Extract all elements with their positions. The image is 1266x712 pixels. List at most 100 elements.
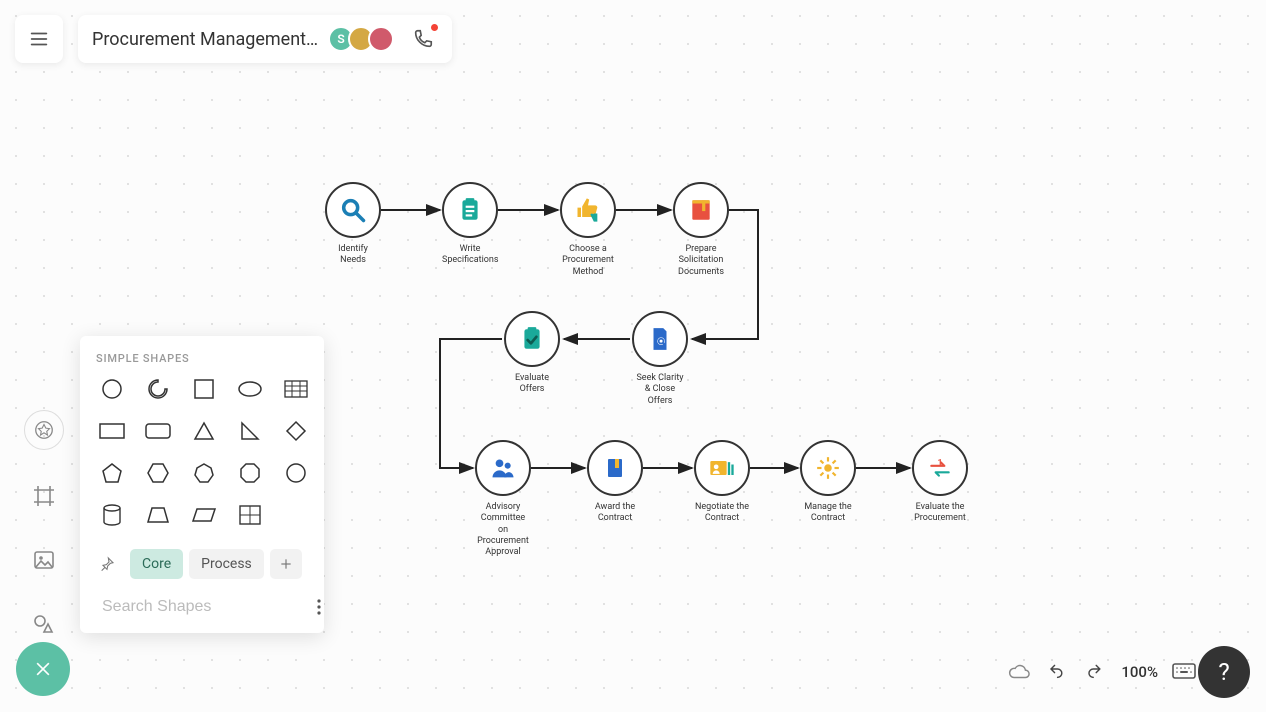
- draw-shape-tool[interactable]: [26, 606, 62, 642]
- node-label: Seek Clarity & Close Offers: [632, 373, 688, 407]
- redo-button[interactable]: [1083, 660, 1107, 684]
- node-seek-clarity[interactable]: Seek Clarity & Close Offers: [632, 311, 688, 407]
- shapes-star-icon: [33, 419, 55, 441]
- shape-rectangle[interactable]: [96, 417, 128, 445]
- node-label: Manage the Contract: [800, 502, 856, 525]
- node-label: Identify Needs: [325, 244, 381, 267]
- node-award-contract[interactable]: Award the Contract: [587, 440, 643, 525]
- node-evaluate-procurement[interactable]: 1 Evaluate the Procurement: [912, 440, 968, 525]
- phone-icon: [412, 28, 434, 50]
- shape-circle[interactable]: [96, 375, 128, 403]
- menu-button[interactable]: [15, 15, 63, 63]
- shapes-tool-icon: [32, 612, 56, 636]
- top-bar: Procurement Management… S: [15, 15, 452, 63]
- node-label: Evaluate the Procurement: [912, 502, 968, 525]
- shapes-search-row: [80, 587, 324, 633]
- shapes-tool[interactable]: [24, 410, 64, 450]
- shape-trapezoid[interactable]: [142, 501, 174, 529]
- undo-button[interactable]: [1045, 660, 1069, 684]
- doc-search-icon: [647, 326, 673, 352]
- shape-triangle[interactable]: [188, 417, 220, 445]
- tab-label: Core: [142, 556, 171, 572]
- node-manage-contract[interactable]: Manage the Contract: [800, 440, 856, 525]
- keyboard-shortcuts-button[interactable]: [1172, 660, 1196, 684]
- shapes-panel: SIMPLE SHAPES Core Process: [80, 336, 324, 633]
- call-button[interactable]: [408, 24, 438, 54]
- cloud-sync-button[interactable]: [1007, 660, 1031, 684]
- node-negotiate-contract[interactable]: Negotiate the Contract: [694, 440, 750, 525]
- shape-ellipse[interactable]: [234, 375, 266, 403]
- kebab-icon: [317, 599, 321, 615]
- node-label: Award the Contract: [587, 502, 643, 525]
- shape-table[interactable]: [280, 375, 312, 403]
- id-card-icon: [708, 454, 736, 482]
- shape-hexagon[interactable]: [142, 459, 174, 487]
- node-advisory-committee[interactable]: Advisory Committee on Procurement Approv…: [475, 440, 531, 558]
- book-icon: [688, 197, 714, 223]
- cloud-icon: [1008, 661, 1030, 683]
- avatar-initial: S: [337, 32, 344, 46]
- people-icon: [489, 454, 517, 482]
- shape-right-triangle[interactable]: [234, 417, 266, 445]
- bottom-right-toolbar: 100%: [1007, 660, 1196, 684]
- node-label: Advisory Committee on Procurement Approv…: [475, 502, 531, 558]
- node-choose-method[interactable]: Choose a Procurement Method: [560, 182, 616, 278]
- hamburger-icon: [28, 28, 50, 50]
- image-icon: [32, 548, 56, 572]
- node-label: Choose a Procurement Method: [560, 244, 616, 278]
- close-icon: [33, 659, 53, 679]
- left-toolbar: [24, 410, 64, 642]
- gear-icon: [815, 455, 841, 481]
- thumbs-icon: [574, 196, 602, 224]
- magnifier-icon: [339, 196, 367, 224]
- node-label: Prepare Solicitation Documents: [673, 244, 729, 278]
- node-prepare-documents[interactable]: Prepare Solicitation Documents: [673, 182, 729, 278]
- close-panel-button[interactable]: [16, 642, 70, 696]
- node-label: Evaluate Offers: [504, 373, 560, 396]
- shape-grid2x2[interactable]: [234, 501, 266, 529]
- shape-rounded-rect[interactable]: [142, 417, 174, 445]
- node-label: Negotiate the Contract: [694, 502, 750, 525]
- shape-category-tabs: Core Process: [80, 541, 324, 587]
- collaborator-avatars: S: [328, 26, 394, 52]
- book-bookmark-icon: [603, 456, 627, 480]
- frame-tool[interactable]: [26, 478, 62, 514]
- shape-octagon[interactable]: [234, 459, 266, 487]
- document-title[interactable]: Procurement Management…: [92, 29, 318, 50]
- search-options-button[interactable]: [317, 595, 321, 619]
- shapes-grid: [80, 375, 324, 541]
- tab-core[interactable]: Core: [130, 549, 183, 579]
- shape-parallelogram[interactable]: [188, 501, 220, 529]
- node-evaluate-offers[interactable]: Evaluate Offers: [504, 311, 560, 396]
- shape-square[interactable]: [188, 375, 220, 403]
- shape-nonagon[interactable]: [280, 459, 312, 487]
- title-card: Procurement Management… S: [78, 15, 452, 63]
- shape-pentagon[interactable]: [96, 459, 128, 487]
- shape-cylinder[interactable]: [96, 501, 128, 529]
- pin-icon: [99, 556, 115, 572]
- plus-icon: [279, 557, 293, 571]
- clipboard-icon: [457, 197, 483, 223]
- shape-arc[interactable]: [142, 375, 174, 403]
- redo-icon: [1086, 663, 1104, 681]
- frame-icon: [32, 484, 56, 508]
- tab-add[interactable]: [270, 549, 302, 579]
- help-button[interactable]: ?: [1198, 646, 1250, 698]
- node-write-specifications[interactable]: Write Specifications: [442, 182, 498, 267]
- avatar[interactable]: [368, 26, 394, 52]
- search-shapes-input[interactable]: [102, 598, 309, 616]
- shape-diamond[interactable]: [280, 417, 312, 445]
- zoom-level[interactable]: 100%: [1121, 663, 1158, 681]
- node-label: Write Specifications: [442, 244, 498, 267]
- node-identify-needs[interactable]: Identify Needs: [325, 182, 381, 267]
- image-tool[interactable]: [26, 542, 62, 578]
- question-icon: ?: [1218, 658, 1229, 686]
- shape-heptagon[interactable]: [188, 459, 220, 487]
- clipboard-check-icon: [519, 326, 545, 352]
- notification-dot: [431, 24, 438, 31]
- tab-pin[interactable]: [90, 549, 124, 579]
- tab-process[interactable]: Process: [189, 549, 264, 579]
- keyboard-icon: [1172, 663, 1196, 681]
- swap-icon: 1: [927, 455, 953, 481]
- undo-icon: [1048, 663, 1066, 681]
